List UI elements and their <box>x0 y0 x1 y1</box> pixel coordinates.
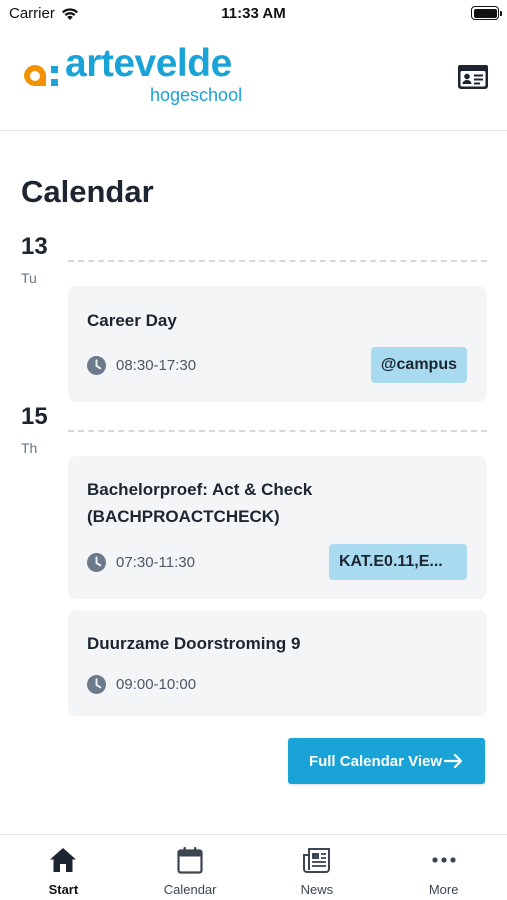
id-card-icon[interactable] <box>458 65 488 89</box>
clock-time: 11:33 AM <box>221 5 286 22</box>
status-bar: Carrier 11:33 AM <box>0 0 507 28</box>
battery-icon <box>471 6 502 20</box>
calendar-icon <box>177 847 203 874</box>
event-time: 09:00-10:00 <box>87 675 196 694</box>
event-card[interactable]: Career Day 08:30-17:30 @campus <box>68 286 487 402</box>
event-title: Career Day <box>87 311 177 330</box>
newspaper-icon <box>302 848 330 873</box>
home-icon <box>50 848 77 872</box>
tab-start[interactable]: Start <box>0 835 127 900</box>
tab-label: Calendar <box>163 882 217 897</box>
tab-label: News <box>300 882 334 897</box>
arrow-right-icon <box>444 753 463 769</box>
clock-icon <box>87 356 106 375</box>
event-time-text: 07:30-11:30 <box>116 554 195 571</box>
logo-mark-icon <box>24 65 58 87</box>
tab-label: More <box>428 882 459 897</box>
tab-calendar[interactable]: Calendar <box>127 835 254 900</box>
day-divider <box>68 430 487 432</box>
day-weekday: Th <box>21 440 38 456</box>
more-icon <box>432 857 456 863</box>
artevelde-logo: artevelde hogeschool <box>20 42 260 108</box>
full-calendar-view-button[interactable]: Full Calendar View <box>288 738 485 784</box>
event-title: Duurzame Doorstroming 9 <box>87 634 301 653</box>
day-weekday: Tu <box>21 270 37 286</box>
day-divider <box>68 260 487 262</box>
event-time-text: 09:00-10:00 <box>116 676 197 693</box>
location-badge: @campus <box>370 347 467 383</box>
app-header: artevelde hogeschool <box>0 28 507 131</box>
clock-icon <box>87 675 106 694</box>
event-time: 07:30-11:30 <box>87 553 195 572</box>
full-calendar-view-label: Full Calendar View <box>308 752 443 770</box>
event-card[interactable]: Duurzame Doorstroming 9 09:00-10:00 <box>68 610 487 716</box>
tab-news[interactable]: News <box>254 835 381 900</box>
bottom-tab-bar: Start Calendar News More <box>0 834 507 900</box>
location-badge: KAT.E0.11,E... <box>329 544 467 580</box>
tab-more[interactable]: More <box>380 835 507 900</box>
page-title: Calendar <box>21 174 154 209</box>
tab-label: Start <box>48 882 79 897</box>
day-number: 13 <box>21 233 48 260</box>
clock-icon <box>87 553 106 572</box>
event-card[interactable]: Bachelorproef: Act & Check (BACHPROACTCH… <box>68 456 487 599</box>
event-title: Bachelorproef: Act & Check (BACHPROACTCH… <box>87 480 313 526</box>
event-time: 08:30-17:30 <box>87 356 196 375</box>
event-time-text: 08:30-17:30 <box>116 357 197 374</box>
logo-subtitle: hogeschool <box>150 85 243 105</box>
day-number: 15 <box>21 403 48 430</box>
logo-wordmark: artevelde <box>65 42 232 85</box>
